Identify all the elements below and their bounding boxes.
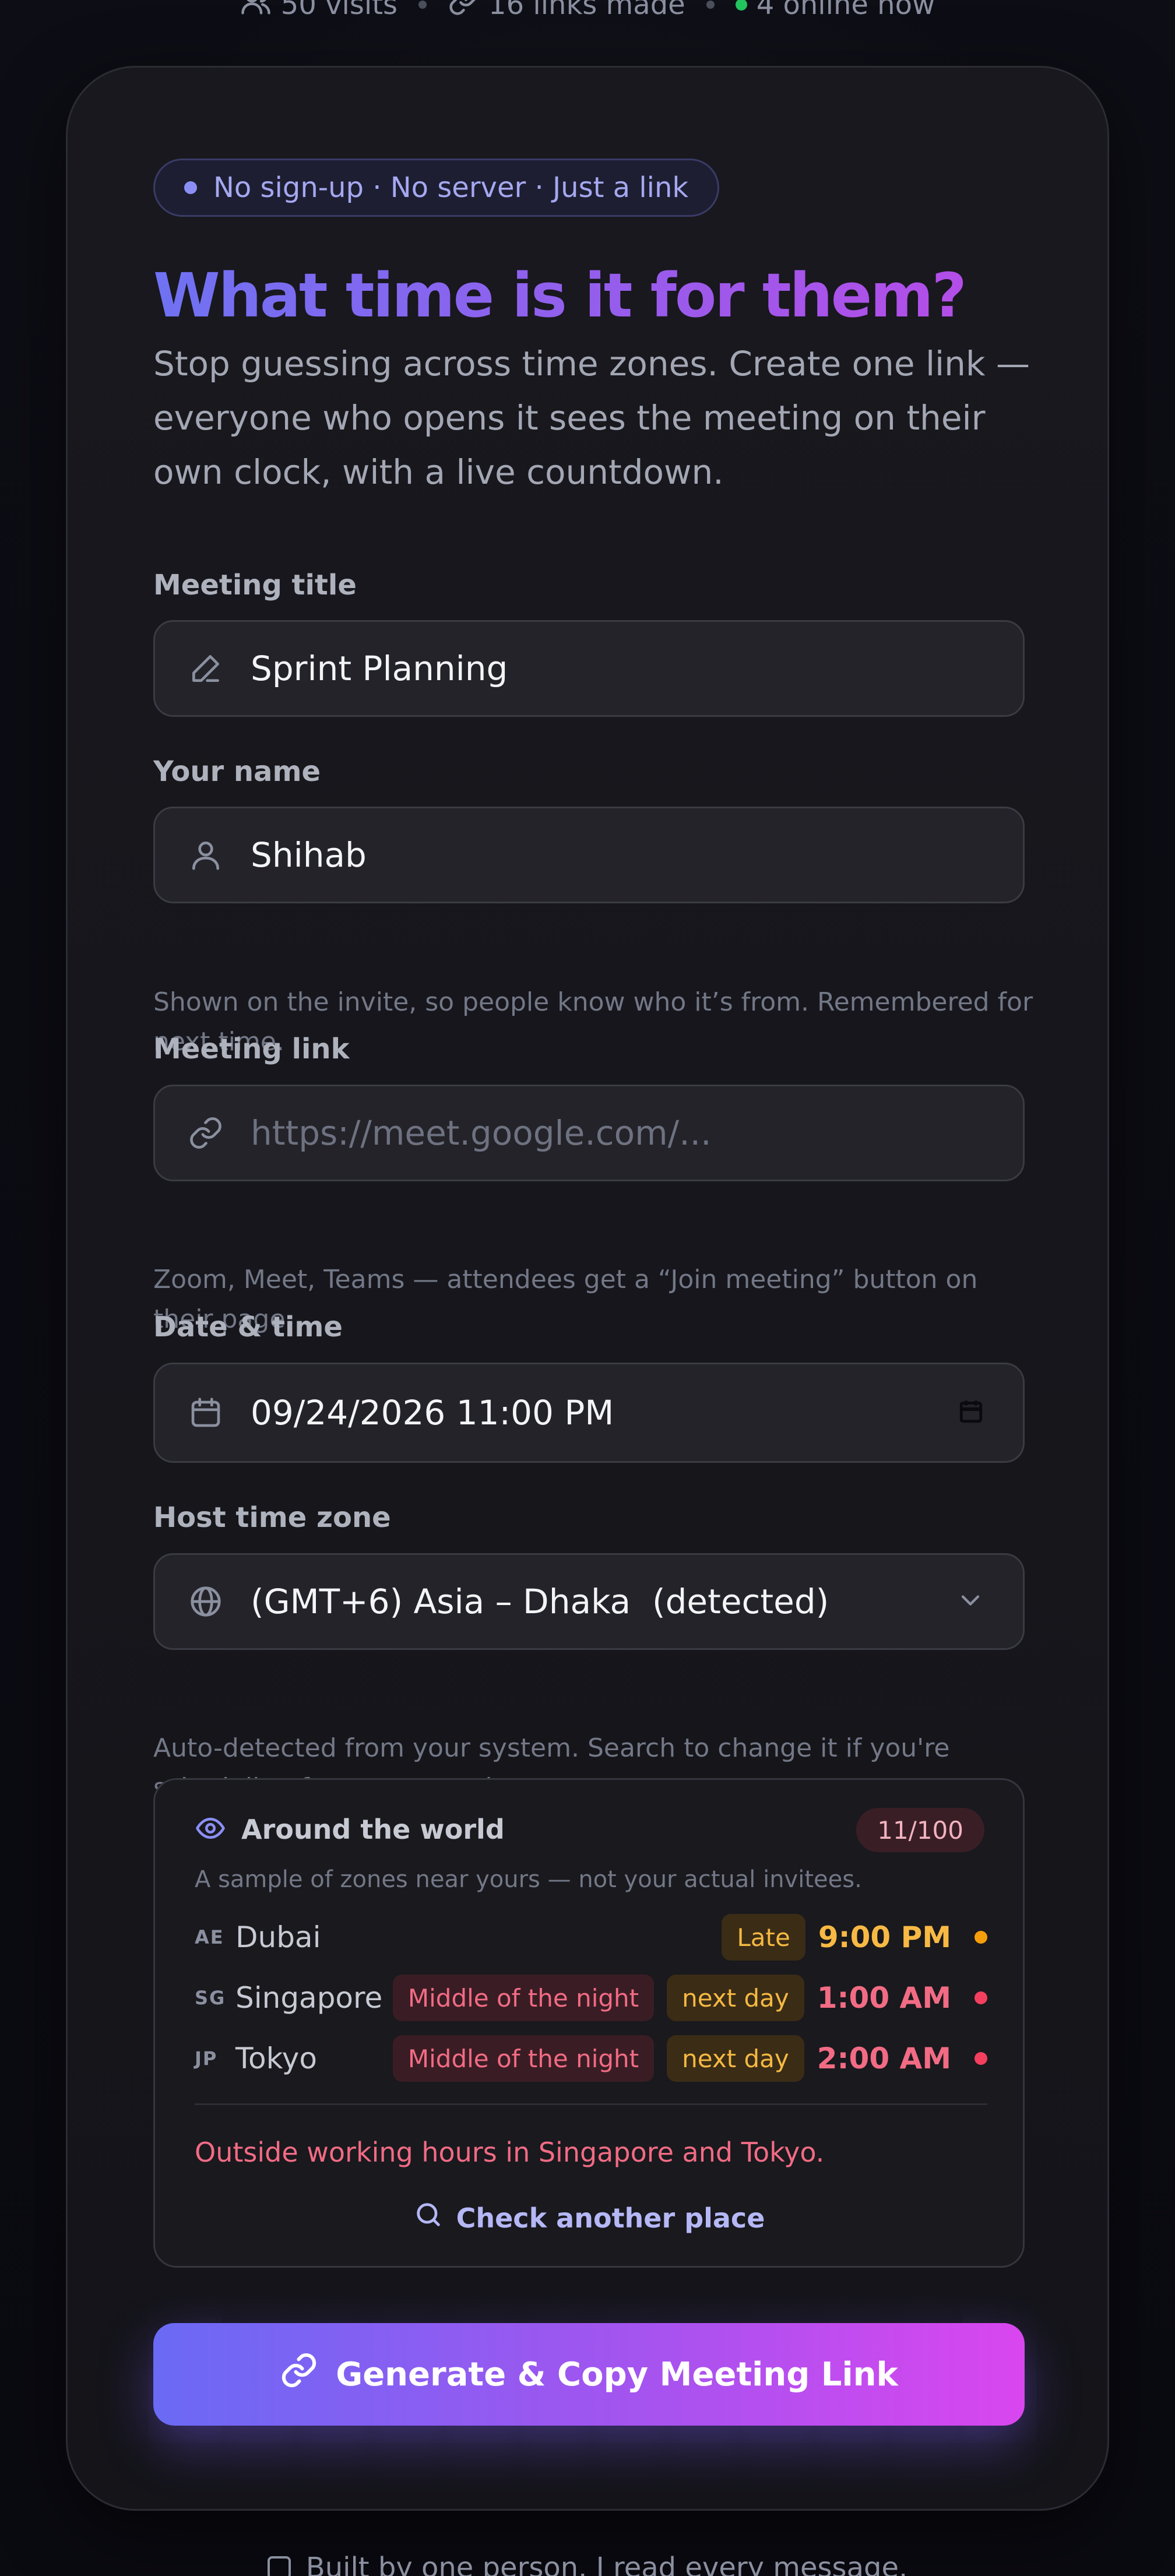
date-time-label: Date & time xyxy=(153,1311,343,1343)
zone-name: Dubai xyxy=(235,1920,321,1954)
meeting-link-placeholder: https://meet.google.com/... xyxy=(251,1113,712,1153)
late-tag: Late xyxy=(722,1914,805,1961)
generate-copy-link-button[interactable]: Generate & Copy Meeting Link xyxy=(153,2323,1025,2426)
online-indicator xyxy=(735,0,747,10)
zone-row-dubai: AE Dubai Late 9:00 PM xyxy=(195,1913,987,1962)
eye-icon xyxy=(195,1813,226,1846)
footer-note: Built by one person. I read every messag… xyxy=(0,2552,1175,2576)
around-the-world-subtitle: A sample of zones near yours — not your … xyxy=(195,1866,862,1893)
around-the-world-title: Around the world xyxy=(241,1814,505,1845)
link-icon xyxy=(188,1115,224,1151)
zone-name: Singapore xyxy=(235,1981,383,2015)
check-another-place-label: Check another place xyxy=(456,2202,765,2234)
next-day-tag: next day xyxy=(667,1975,804,2021)
meeting-title-input[interactable]: Sprint Planning xyxy=(153,620,1025,717)
visits-stat: 50 visits xyxy=(240,0,397,24)
status-dot xyxy=(975,2052,987,2065)
status-dot xyxy=(975,1931,987,1944)
page-title: What time is it for them? xyxy=(153,260,967,331)
zone-code: AE xyxy=(195,1926,224,1948)
zone-code: SG xyxy=(195,1987,226,2009)
your-name-input[interactable]: Shihab xyxy=(153,807,1025,903)
night-tag: Middle of the night xyxy=(392,2035,655,2082)
meeting-link-label: Meeting link xyxy=(153,1033,350,1065)
status-dot xyxy=(975,1991,987,2004)
link-icon xyxy=(448,0,479,24)
around-the-world-header: Around the world xyxy=(195,1813,505,1846)
visits-count: 50 visits xyxy=(280,0,398,21)
user-icon xyxy=(188,837,224,873)
online-count: 4 online now xyxy=(756,0,935,21)
your-name-label: Your name xyxy=(153,755,321,788)
check-another-place-button[interactable]: Check another place xyxy=(155,2200,1023,2236)
message-icon xyxy=(267,2556,291,2576)
around-the-world-panel: Around the world 11/100 A sample of zone… xyxy=(153,1778,1025,2268)
host-timezone-label: Host time zone xyxy=(153,1501,391,1534)
working-hours-warning: Outside working hours in Singapore and T… xyxy=(195,2137,825,2168)
separator-dot xyxy=(418,1,427,9)
page-subtitle: Stop guessing across time zones. Create … xyxy=(153,344,1030,492)
your-name-value: Shihab xyxy=(251,835,367,875)
feature-badge: No sign-up · No server · Just a link xyxy=(153,159,720,217)
globe-icon xyxy=(188,1583,224,1620)
date-time-value: 09/24/2026 11:00 PM xyxy=(251,1393,614,1433)
zone-count-badge: 11/100 xyxy=(856,1808,984,1852)
users-icon xyxy=(240,0,272,24)
host-timezone-value: (GMT+6) Asia – Dhaka (detected) xyxy=(251,1582,829,1621)
meeting-link-input[interactable]: https://meet.google.com/... xyxy=(153,1085,1025,1181)
zone-details: Middle of the night next day 2:00 AM xyxy=(392,2035,987,2082)
meeting-form-card: No sign-up · No server · Just a link Wha… xyxy=(66,66,1109,2511)
footer-text: Built by one person. I read every messag… xyxy=(305,2552,908,2576)
host-timezone-select[interactable]: (GMT+6) Asia – Dhaka (detected) xyxy=(153,1553,1025,1650)
meeting-title-value: Sprint Planning xyxy=(251,649,508,688)
generate-button-label: Generate & Copy Meeting Link xyxy=(336,2355,898,2394)
zone-time: 1:00 AM xyxy=(817,1981,951,2015)
calendar-picker-icon[interactable] xyxy=(956,1397,986,1428)
zone-time: 2:00 AM xyxy=(817,2042,951,2075)
zone-row-tokyo: JP Tokyo Middle of the night next day 2:… xyxy=(195,2034,987,2083)
zone-details: Late 9:00 PM xyxy=(722,1914,987,1961)
separator-dot xyxy=(706,1,715,9)
zone-row-singapore: SG Singapore Middle of the night next da… xyxy=(195,1973,987,2022)
links-count: 16 links made xyxy=(488,0,685,21)
badge-text: No sign-up · No server · Just a link xyxy=(213,171,689,204)
next-day-tag: next day xyxy=(667,2035,804,2082)
meeting-title-label: Meeting title xyxy=(153,569,357,601)
stats-bar: 50 visits 16 links made 4 online now xyxy=(0,0,1175,22)
search-icon xyxy=(413,2200,444,2236)
zone-details: Middle of the night next day 1:00 AM xyxy=(392,1975,987,2021)
divider xyxy=(195,2103,987,2105)
calendar-icon xyxy=(188,1395,224,1431)
pencil-icon xyxy=(188,650,224,687)
zone-code: JP xyxy=(195,2047,218,2070)
night-tag: Middle of the night xyxy=(392,1975,655,2021)
zone-time: 9:00 PM xyxy=(818,1920,951,1954)
links-stat: 16 links made xyxy=(448,0,685,24)
link-icon xyxy=(280,2351,318,2398)
chevron-down-icon[interactable] xyxy=(955,1585,986,1618)
date-time-input[interactable]: 09/24/2026 11:00 PM xyxy=(153,1363,1025,1463)
online-stat: 4 online now xyxy=(735,0,935,21)
zone-name: Tokyo xyxy=(235,2042,317,2075)
badge-dot xyxy=(184,181,197,194)
